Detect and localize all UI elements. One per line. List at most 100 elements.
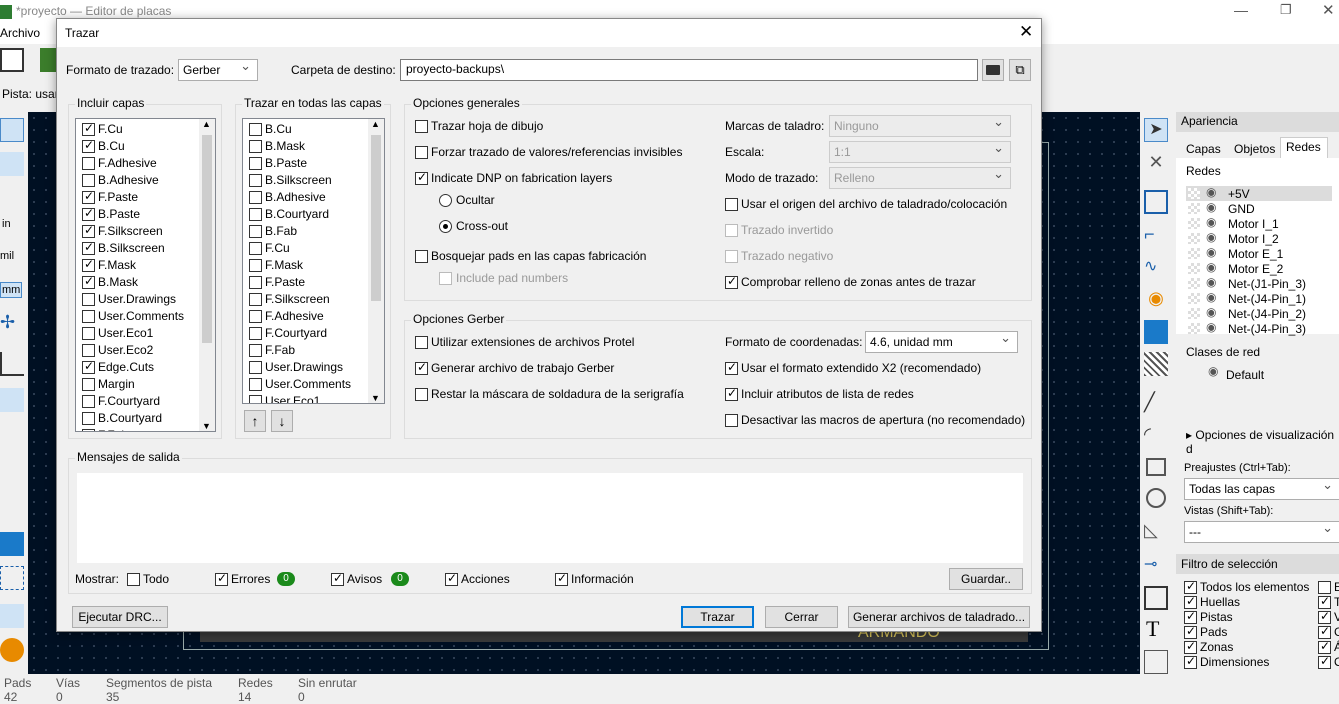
tune-length-icon[interactable]: ∿ xyxy=(1144,256,1168,280)
add-textbox-icon[interactable] xyxy=(1144,650,1168,674)
layer-checkbox[interactable] xyxy=(249,327,262,340)
layer-checkbox[interactable] xyxy=(249,361,262,374)
atributos-checkbox[interactable] xyxy=(725,386,738,401)
net-item[interactable]: ◉ Motor I_2 xyxy=(1186,230,1332,246)
carpeta-input[interactable]: proyecto-backups\ xyxy=(400,59,978,81)
menu-archivo[interactable]: Archivo xyxy=(0,26,40,40)
scroll-up-icon[interactable]: ▲ xyxy=(371,119,380,129)
minimize-icon[interactable]: — xyxy=(1234,2,1248,18)
add-footprint-icon[interactable] xyxy=(1144,190,1168,214)
open-folder-button[interactable]: ⧉ xyxy=(1009,59,1031,81)
generar-taladrado-button[interactable]: Generar archivos de taladrado... xyxy=(848,606,1030,628)
vis-options-toggle[interactable]: ▸ Opciones de visualización d xyxy=(1186,428,1339,456)
layer-checkbox[interactable] xyxy=(82,344,95,357)
layer-checkbox[interactable] xyxy=(249,310,262,323)
layer-checkbox[interactable] xyxy=(249,174,262,187)
net-item[interactable]: ◉ GND xyxy=(1186,200,1332,216)
invertido-checkbox[interactable] xyxy=(725,224,738,237)
avisos-checkbox[interactable] xyxy=(331,571,344,586)
filtro-checkbox[interactable] xyxy=(1184,609,1197,624)
measure-icon[interactable] xyxy=(0,352,24,376)
cerrar-button[interactable]: Cerrar xyxy=(765,606,838,628)
layer-checkbox[interactable] xyxy=(82,310,95,323)
ratsnest-lines-icon[interactable] xyxy=(0,388,24,412)
eye-icon[interactable]: ◉ xyxy=(1206,230,1216,244)
draw-polygon-icon[interactable]: ◺ xyxy=(1144,520,1168,544)
net-color-swatch[interactable] xyxy=(1188,203,1200,214)
x2-checkbox[interactable] xyxy=(725,360,738,375)
zone-fill-icon[interactable] xyxy=(0,532,24,556)
move-up-button[interactable]: ↑ xyxy=(244,410,266,432)
net-item[interactable]: ◉ Motor E_2 xyxy=(1186,260,1332,276)
formato-select[interactable]: Gerber xyxy=(178,56,258,81)
pad-icon[interactable] xyxy=(0,604,24,628)
move-down-button[interactable]: ↓ xyxy=(271,410,293,432)
eye-icon[interactable]: ◉ xyxy=(1206,200,1216,214)
add-text-icon[interactable]: T xyxy=(1146,616,1170,641)
restore-icon[interactable]: ❐ xyxy=(1280,2,1292,18)
save-icon[interactable] xyxy=(0,48,24,72)
guardar-button[interactable]: Guardar.. xyxy=(949,568,1023,590)
trabajo-checkbox[interactable] xyxy=(415,360,428,375)
ratsnest-icon[interactable] xyxy=(0,186,24,210)
filtro-checkbox[interactable] xyxy=(1318,624,1331,639)
scroll-up-icon[interactable]: ▲ xyxy=(202,119,211,129)
net-item[interactable]: ◉ Net-(J4-Pin_1) xyxy=(1186,290,1332,306)
modo-select[interactable]: Relleno xyxy=(829,164,1011,189)
eye-icon[interactable]: ◉ xyxy=(1206,185,1216,199)
layer-checkbox[interactable] xyxy=(82,223,95,238)
eye-icon[interactable]: ◉ xyxy=(1206,245,1216,259)
net-item[interactable]: ◉ Net-(J4-Pin_3) xyxy=(1186,320,1332,336)
net-item[interactable]: ◉ Motor E_1 xyxy=(1186,245,1332,261)
layer-checkbox[interactable] xyxy=(82,327,95,340)
acciones-checkbox[interactable] xyxy=(445,571,458,586)
inch-units-icon[interactable]: in xyxy=(2,218,11,230)
preajustes-select[interactable]: Todas las capas xyxy=(1184,475,1339,500)
net-color-swatch[interactable] xyxy=(1188,293,1200,304)
net-color-swatch[interactable] xyxy=(1188,188,1200,199)
dnp-checkbox[interactable] xyxy=(415,170,428,185)
zone-outline-icon[interactable] xyxy=(0,566,24,590)
errores-checkbox[interactable] xyxy=(215,571,228,586)
filtro-checkbox[interactable] xyxy=(1184,654,1197,669)
draw-arc-icon[interactable]: ◜ xyxy=(1144,424,1168,448)
mensajes-output[interactable] xyxy=(77,473,1023,563)
mil-units-icon[interactable]: mil xyxy=(0,250,14,262)
browse-folder-button[interactable] xyxy=(982,59,1004,81)
add-zone-icon[interactable] xyxy=(1144,320,1168,344)
via-icon[interactable] xyxy=(0,638,24,662)
route-track-icon[interactable]: ⌐ xyxy=(1144,224,1168,248)
tab-objetos[interactable]: Objetos xyxy=(1234,142,1275,156)
layer-checkbox[interactable] xyxy=(82,293,95,306)
net-color-swatch[interactable] xyxy=(1188,248,1200,259)
filtro-checkbox[interactable] xyxy=(1184,594,1197,609)
filtro-checkbox[interactable] xyxy=(1318,581,1331,594)
origen-checkbox[interactable] xyxy=(725,198,738,211)
eye-icon[interactable]: ◉ xyxy=(1206,215,1216,229)
ejecutar-drc-button[interactable]: Ejecutar DRC... xyxy=(72,606,168,628)
layer-checkbox[interactable] xyxy=(82,395,95,408)
layer-checkbox[interactable] xyxy=(249,208,262,221)
layer-checkbox[interactable] xyxy=(249,123,262,136)
layer-checkbox[interactable] xyxy=(82,206,95,221)
net-highlight-icon[interactable] xyxy=(0,458,24,482)
vistas-select[interactable]: --- xyxy=(1184,518,1339,543)
pad-numbers-checkbox[interactable] xyxy=(439,272,452,285)
bosquejar-checkbox[interactable] xyxy=(415,250,428,263)
layer-checkbox[interactable] xyxy=(249,140,262,153)
mm-units-icon[interactable]: mm xyxy=(0,282,23,298)
high-contrast-icon[interactable] xyxy=(0,492,24,516)
informacion-checkbox[interactable] xyxy=(555,571,568,586)
layer-checkbox[interactable] xyxy=(249,191,262,204)
draw-rectangle-icon[interactable] xyxy=(1146,458,1166,476)
net-color-swatch[interactable] xyxy=(1188,263,1200,274)
layer-checkbox[interactable] xyxy=(82,138,95,153)
rule-area-icon[interactable] xyxy=(1144,352,1168,376)
layer-checkbox[interactable] xyxy=(249,395,262,403)
layer-checkbox[interactable] xyxy=(82,274,95,289)
escala-select[interactable]: 1:1 xyxy=(829,138,1011,163)
polar-grid-icon[interactable] xyxy=(0,152,24,176)
marcas-select[interactable]: Ninguno xyxy=(829,112,1011,137)
layer-checkbox[interactable] xyxy=(82,378,95,391)
layer-checkbox[interactable] xyxy=(82,121,95,136)
